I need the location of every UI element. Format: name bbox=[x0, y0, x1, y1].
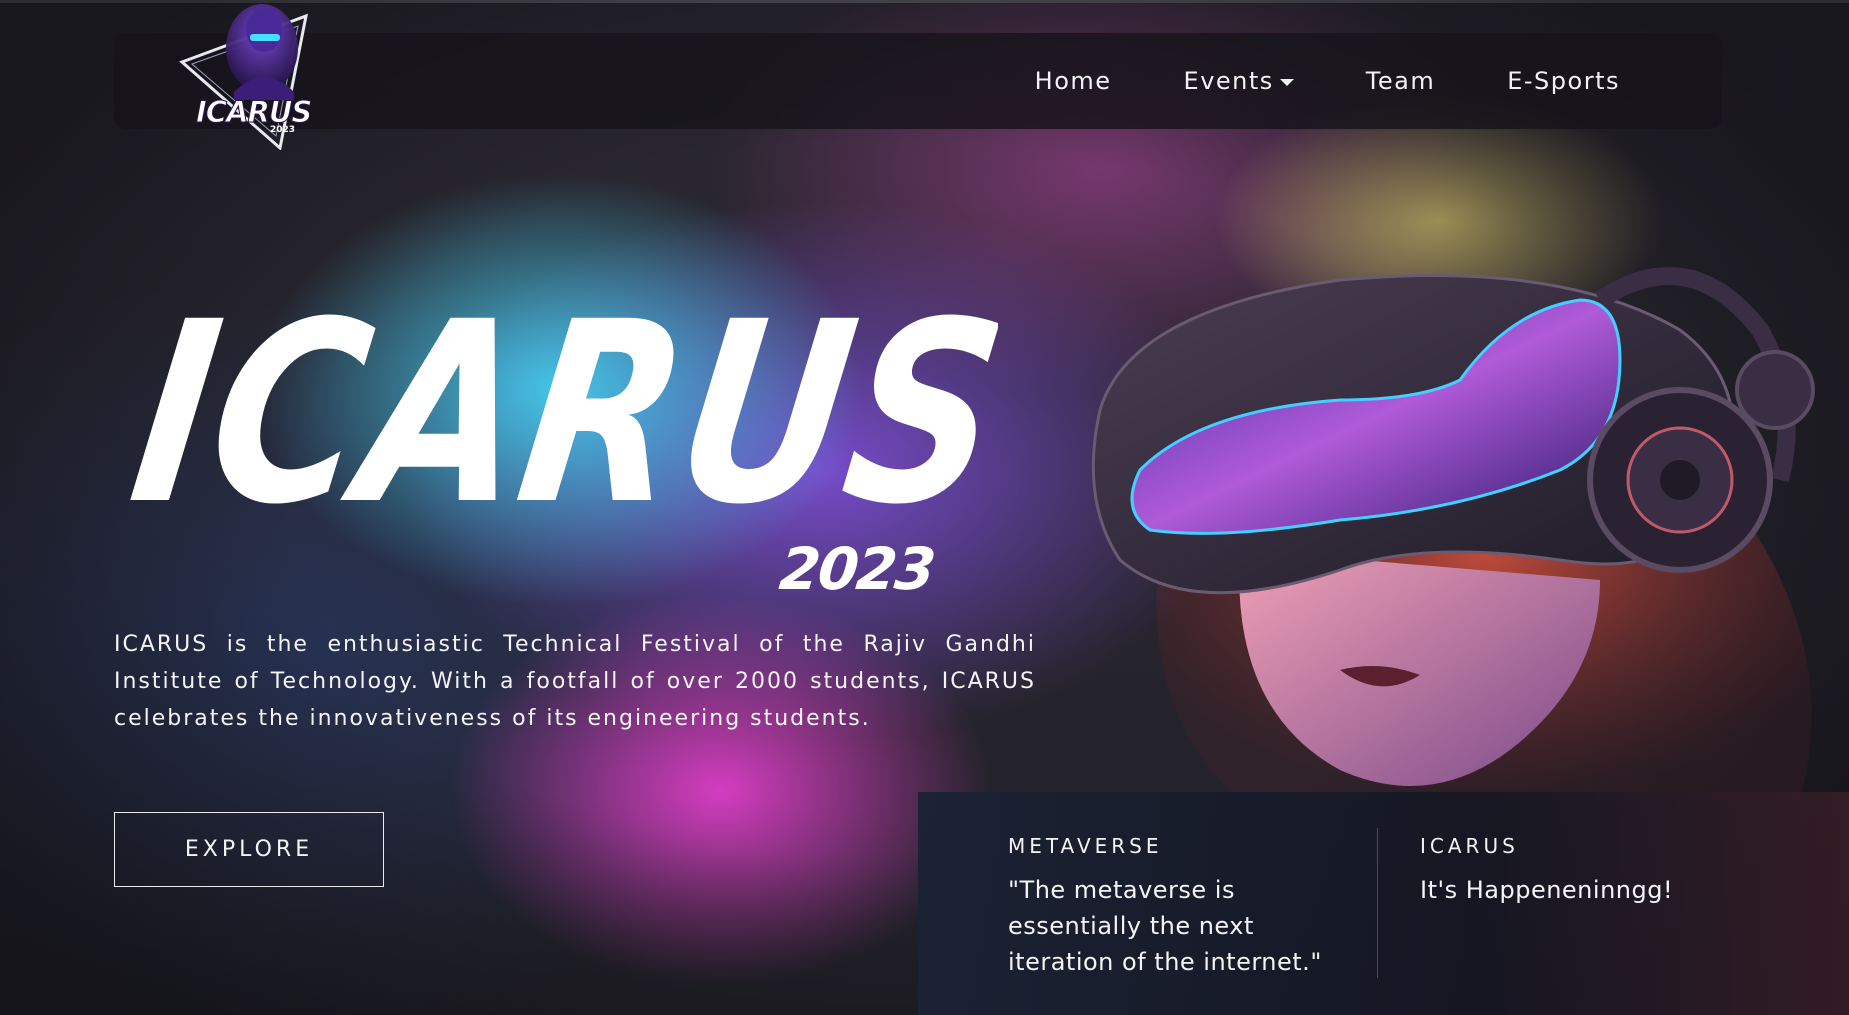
icarus-heading: ICARUS bbox=[1420, 834, 1519, 858]
nav-events-dropdown[interactable]: Events bbox=[1184, 67, 1294, 95]
nav-team-label: Team bbox=[1365, 67, 1436, 95]
icarus-logo-icon[interactable]: ICARUS 2023 bbox=[176, 0, 322, 151]
nav-team[interactable]: Team bbox=[1366, 67, 1435, 95]
hero-year: 2023 bbox=[776, 535, 938, 603]
logo-year: 2023 bbox=[270, 125, 295, 135]
nav-esports-label: E-Sports bbox=[1507, 67, 1620, 95]
explore-button[interactable]: EXPLORE bbox=[114, 812, 384, 887]
metaverse-heading: METAVERSE bbox=[1008, 834, 1163, 858]
icarus-tagline: It's Happeneninngg! bbox=[1420, 876, 1674, 904]
icarus-block: ICARUS It's Happeneninngg! bbox=[1420, 834, 1800, 908]
nav-home[interactable]: Home bbox=[1035, 67, 1112, 95]
nav-events-label: Events bbox=[1183, 67, 1274, 95]
nav-esports[interactable]: E-Sports bbox=[1507, 67, 1620, 95]
metaverse-block: METAVERSE "The metaverse is essentially … bbox=[1008, 834, 1328, 980]
nav-links: Home Events Team E-Sports bbox=[1035, 33, 1620, 129]
nav-home-label: Home bbox=[1034, 67, 1112, 95]
hero-description: ICARUS is the enthusiastic Technical Fes… bbox=[114, 632, 1036, 731]
info-divider bbox=[1377, 828, 1378, 978]
metaverse-quote: "The metaverse is essentially the next i… bbox=[1008, 876, 1322, 976]
explore-button-label: EXPLORE bbox=[184, 837, 314, 862]
vr-headset-illustration bbox=[1040, 250, 1840, 810]
page: ICARUS 2023 Home Events Team E-Sports IC… bbox=[0, 0, 1849, 1015]
hero-title-text: ICARUS bbox=[118, 272, 998, 532]
info-panel: METAVERSE "The metaverse is essentially … bbox=[918, 792, 1849, 1015]
caret-down-icon bbox=[1279, 78, 1294, 86]
hero-title: ICARUS bbox=[118, 269, 1019, 560]
logo-text: ICARUS bbox=[196, 95, 311, 129]
